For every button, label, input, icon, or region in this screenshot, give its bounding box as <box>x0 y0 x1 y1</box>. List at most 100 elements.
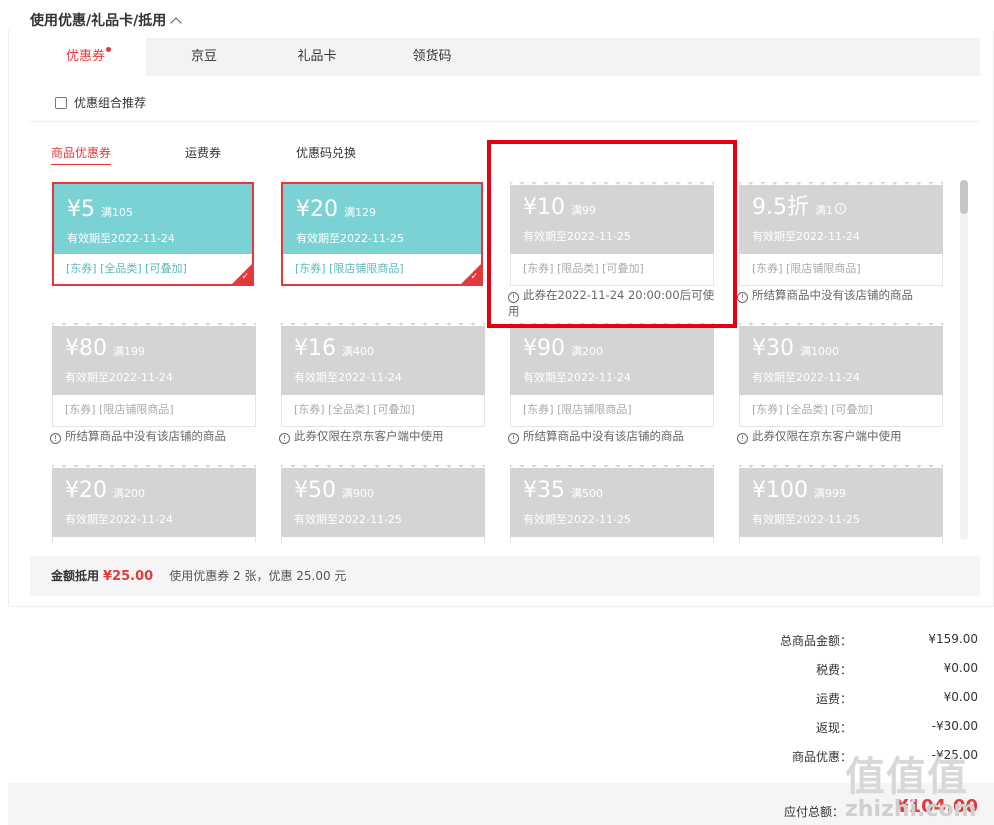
tab-pickup-code[interactable]: 领货码 <box>372 38 492 76</box>
coupon-threshold: 满1000 <box>800 345 839 358</box>
coupon-amount: ¥50 <box>294 478 336 503</box>
checkmark-icon: ✓ <box>241 272 249 282</box>
coupon-threshold: 满129 <box>344 206 376 219</box>
coupon-expiry: 有效期至2022-11-24 <box>65 371 173 384</box>
coupon-amount: ¥35 <box>523 478 565 503</box>
coupon-edge <box>52 465 256 468</box>
summary-label-tax: 税费： <box>815 663 852 677</box>
coupon-card: ¥50 满900 有效期至2022-11-25 <box>281 465 485 543</box>
checkbox-icon[interactable] <box>55 96 67 109</box>
scrollbar-thumb[interactable] <box>960 180 968 214</box>
coupon-expiry: 有效期至2022-11-25 <box>752 513 860 526</box>
deduction-description: 使用优惠券 2 张，优惠 25.00 元 <box>169 569 347 583</box>
coupon-amount: ¥100 <box>752 478 808 503</box>
tab-label: 领货码 <box>412 49 452 64</box>
coupon-edge <box>281 322 485 326</box>
coupon-edge <box>281 465 485 468</box>
summary-value-tax: ¥0.00 <box>943 661 978 675</box>
summary-label-shipping: 运费： <box>815 692 852 706</box>
coupon-card: ¥35 满500 有效期至2022-11-25 <box>510 465 714 543</box>
coupon-card: 9.5折 满1 i 有效期至2022-11-24 [东券] [限店铺限商品] <box>739 181 943 286</box>
tab-gift-card[interactable]: 礼品卡 <box>262 38 372 76</box>
coupon-expiry: 有效期至2022-11-24 <box>752 230 860 243</box>
coupon-face: ¥100 满999 有效期至2022-11-25 <box>739 465 943 537</box>
highlight-box <box>487 140 737 328</box>
scrollbar[interactable] <box>960 180 968 540</box>
subtab-code-redeem[interactable]: 优惠码兑换 <box>296 144 356 161</box>
coupon-tags <box>739 537 943 543</box>
tab-label: 优惠券 <box>65 49 105 64</box>
info-icon[interactable]: i <box>835 202 846 214</box>
coupon-threshold: 满999 <box>814 487 846 500</box>
chevron-up-icon[interactable] <box>170 17 182 29</box>
coupon-tags <box>510 537 714 543</box>
combo-label: 优惠组合推荐 <box>74 96 147 110</box>
summary-value-shipping: ¥0.00 <box>943 690 978 704</box>
coupon-card: ¥20 满200 有效期至2022-11-24 <box>52 465 256 543</box>
deduction-label: 金额抵用 <box>51 569 100 583</box>
tab-label: 京豆 <box>190 49 217 64</box>
coupon-edge <box>739 322 943 326</box>
coupon-face: ¥20 满129 有效期至2022-11-25 <box>283 184 481 254</box>
coupon-card[interactable]: ¥20 满129 有效期至2022-11-25 [东券] [限店铺限商品] ✓ <box>281 182 483 286</box>
coupon-amount: ¥16 <box>294 336 336 361</box>
coupon-face: ¥30 满1000 有效期至2022-11-24 <box>739 322 943 395</box>
coupon-card: ¥80 满199 有效期至2022-11-24 [东券] [限店铺限商品] <box>52 322 256 427</box>
coupon-card: ¥90 满200 有效期至2022-11-24 [东券] [限店铺限商品] <box>510 322 714 427</box>
coupon-expiry: 有效期至2022-11-24 <box>752 371 860 384</box>
coupon-amount: 9.5折 <box>752 195 809 220</box>
coupon-edge <box>739 465 943 468</box>
subtab-product-coupons[interactable]: 商品优惠券 <box>51 144 112 165</box>
coupon-edge <box>52 322 256 326</box>
coupon-threshold: 满1 <box>815 204 833 217</box>
summary-label-cashback: 返现： <box>815 721 852 735</box>
coupon-threshold: 满199 <box>113 345 145 358</box>
section-title[interactable]: 使用优惠/礼品卡/抵用 <box>30 10 182 30</box>
deduction-value: ¥25.00 <box>103 569 154 584</box>
coupon-unavailable-reason: ! 所结算商品中没有该店铺的商品 <box>50 428 264 444</box>
combo-recommend-checkbox[interactable]: 优惠组合推荐 <box>55 94 146 111</box>
coupon-expiry: 有效期至2022-11-25 <box>294 513 402 526</box>
coupon-amount: ¥20 <box>65 478 107 503</box>
coupon-card: ¥16 满400 有效期至2022-11-24 [东券] [全品类] [可叠加] <box>281 322 485 427</box>
info-icon: ! <box>508 433 519 444</box>
coupon-expiry: 有效期至2022-11-24 <box>67 232 175 245</box>
coupon-card[interactable]: ¥5 满105 有效期至2022-11-24 [东券] [全品类] [可叠加] ✓ <box>52 182 254 286</box>
info-icon: ! <box>279 433 290 444</box>
subtab-shipping-coupons[interactable]: 运费券 <box>185 144 221 161</box>
coupon-face: ¥35 满500 有效期至2022-11-25 <box>510 465 714 537</box>
coupon-face: ¥5 满105 有效期至2022-11-24 <box>54 184 252 254</box>
reason-text: 此券仅限在京东客户端中使用 <box>752 429 902 443</box>
reason-text: 所结算商品中没有该店铺的商品 <box>752 288 913 302</box>
section-title-text: 使用优惠/礼品卡/抵用 <box>30 13 167 29</box>
coupon-threshold: 满900 <box>342 487 374 500</box>
coupon-expiry: 有效期至2022-11-24 <box>65 513 173 526</box>
coupon-tags: [东券] [限店铺限商品] <box>739 254 943 286</box>
coupon-tags: [东券] [全品类] [可叠加] <box>739 395 943 427</box>
coupon-expiry: 有效期至2022-11-25 <box>296 232 404 245</box>
coupon-face: ¥20 满200 有效期至2022-11-24 <box>52 465 256 537</box>
checkmark-icon: ✓ <box>470 272 478 282</box>
coupon-unavailable-reason: ! 所结算商品中没有该店铺的商品 <box>737 287 951 303</box>
coupon-tags: [东券] [限店铺限商品] <box>295 262 404 275</box>
summary-value-cashback: -¥30.00 <box>931 719 978 733</box>
coupon-unavailable-reason: ! 此券仅限在京东客户端中使用 <box>737 428 951 444</box>
coupon-expiry: 有效期至2022-11-25 <box>523 513 631 526</box>
coupon-threshold: 满500 <box>571 487 603 500</box>
tab-jingdou[interactable]: 京豆 <box>146 38 262 76</box>
coupon-threshold: 满200 <box>113 487 145 500</box>
coupon-amount: ¥80 <box>65 336 107 361</box>
coupon-tags <box>52 537 256 543</box>
coupon-unavailable-reason: ! 此券仅限在京东客户端中使用 <box>279 428 493 444</box>
coupon-card: ¥30 满1000 有效期至2022-11-24 [东券] [全品类] [可叠加] <box>739 322 943 427</box>
tab-label: 礼品卡 <box>297 49 337 64</box>
coupon-face: ¥80 满199 有效期至2022-11-24 <box>52 322 256 395</box>
summary-value-total: ¥159.00 <box>928 632 978 646</box>
coupon-expiry: 有效期至2022-11-24 <box>294 371 402 384</box>
notification-dot-icon <box>106 47 111 52</box>
coupon-face: ¥90 满200 有效期至2022-11-24 <box>510 322 714 395</box>
coupon-face: ¥16 满400 有效期至2022-11-24 <box>281 322 485 395</box>
tab-coupons[interactable]: 优惠券 <box>30 38 146 76</box>
coupon-face: ¥50 满900 有效期至2022-11-25 <box>281 465 485 537</box>
coupon-tags: [东券] [全品类] [可叠加] <box>281 395 485 427</box>
